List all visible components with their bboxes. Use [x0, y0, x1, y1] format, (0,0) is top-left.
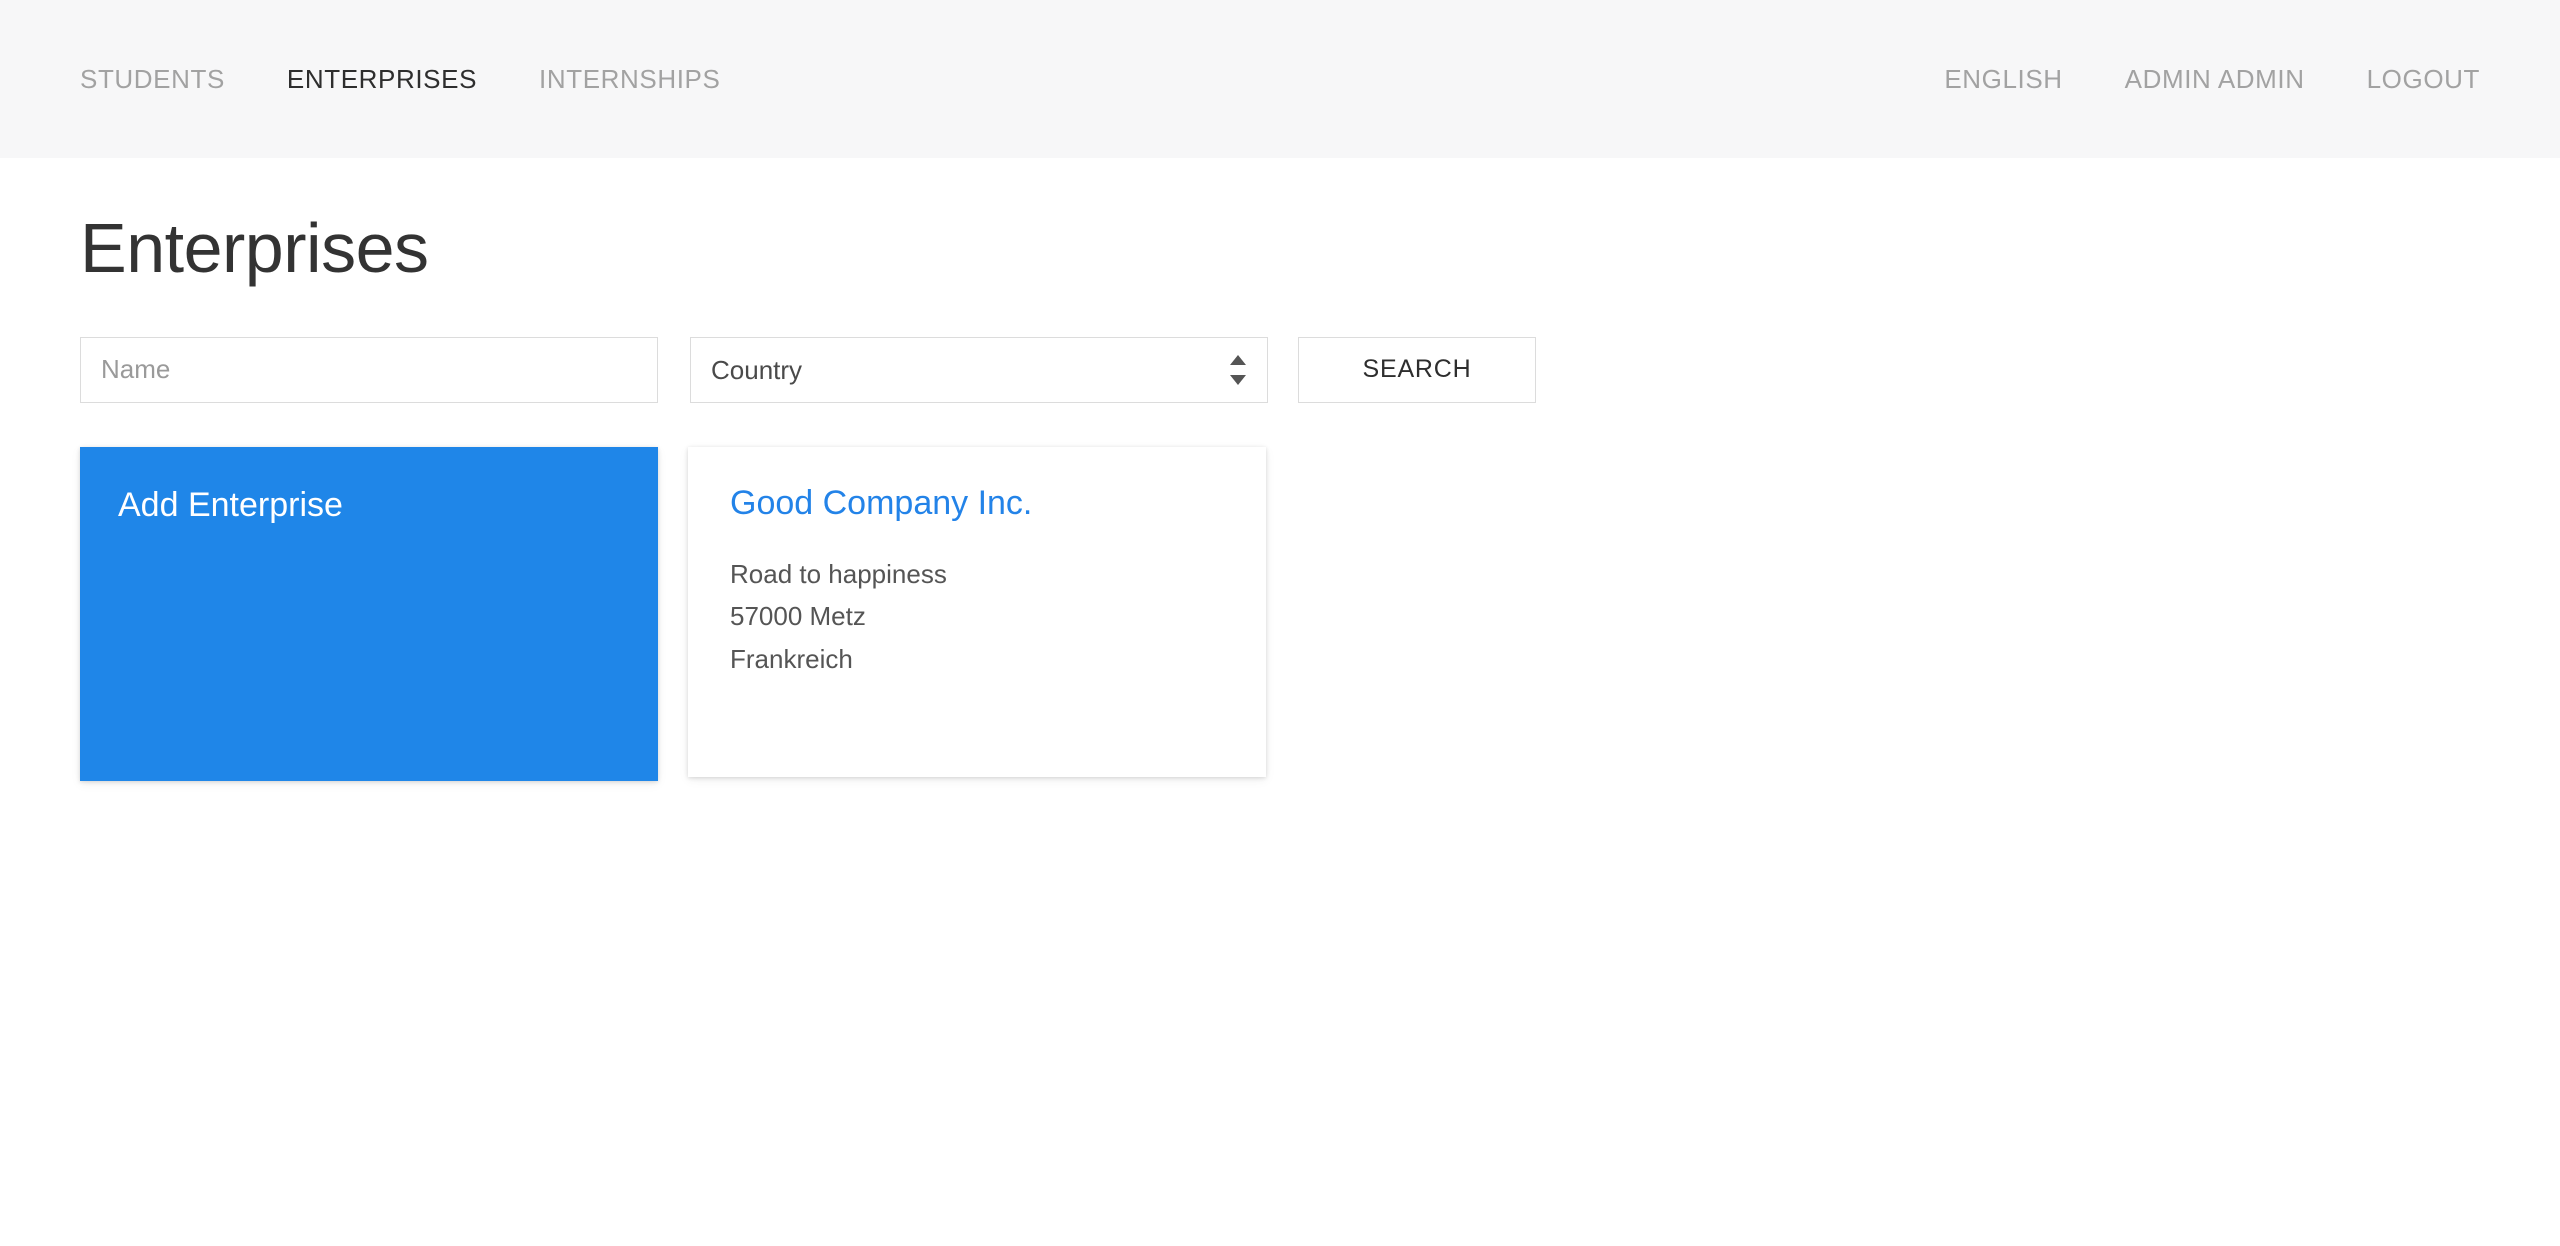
top-navbar: STUDENTS ENTERPRISES INTERNSHIPS ENGLISH… [0, 0, 2560, 158]
enterprise-card-grid: Add Enterprise Good Company Inc. Road to… [80, 446, 2480, 781]
name-search-input[interactable] [80, 336, 658, 403]
nav-link-enterprises[interactable]: ENTERPRISES [287, 66, 477, 92]
add-enterprise-card[interactable]: Add Enterprise [80, 446, 658, 781]
nav-link-logout[interactable]: LOGOUT [2367, 66, 2480, 92]
country-select-wrapper: Country [690, 336, 1268, 403]
primary-nav: STUDENTS ENTERPRISES INTERNSHIPS [80, 66, 720, 92]
country-select[interactable]: Country [690, 336, 1268, 403]
nav-link-students[interactable]: STUDENTS [80, 66, 225, 92]
page-content: Enterprises Country SEARCH Add Enterpris… [0, 158, 2560, 1246]
nav-link-user[interactable]: ADMIN ADMIN [2125, 66, 2305, 92]
enterprise-card[interactable]: Good Company Inc. Road to happiness 5700… [688, 446, 1266, 777]
search-button[interactable]: SEARCH [1298, 336, 1536, 403]
add-enterprise-label: Add Enterprise [118, 485, 343, 524]
enterprise-name-link[interactable]: Good Company Inc. [730, 483, 1224, 524]
address-city: 57000 Metz [730, 601, 866, 632]
address-country: Frankreich [730, 643, 853, 674]
nav-link-internships[interactable]: INTERNSHIPS [539, 66, 720, 92]
address-street: Road to happiness [730, 559, 947, 590]
nav-link-language[interactable]: ENGLISH [1944, 66, 2062, 92]
enterprise-filter-bar: Country SEARCH [80, 336, 2480, 403]
enterprise-address: Road to happiness 57000 Metz Frankreich [730, 553, 1224, 679]
page-title: Enterprises [80, 209, 429, 287]
secondary-nav: ENGLISH ADMIN ADMIN LOGOUT [1944, 66, 2480, 92]
